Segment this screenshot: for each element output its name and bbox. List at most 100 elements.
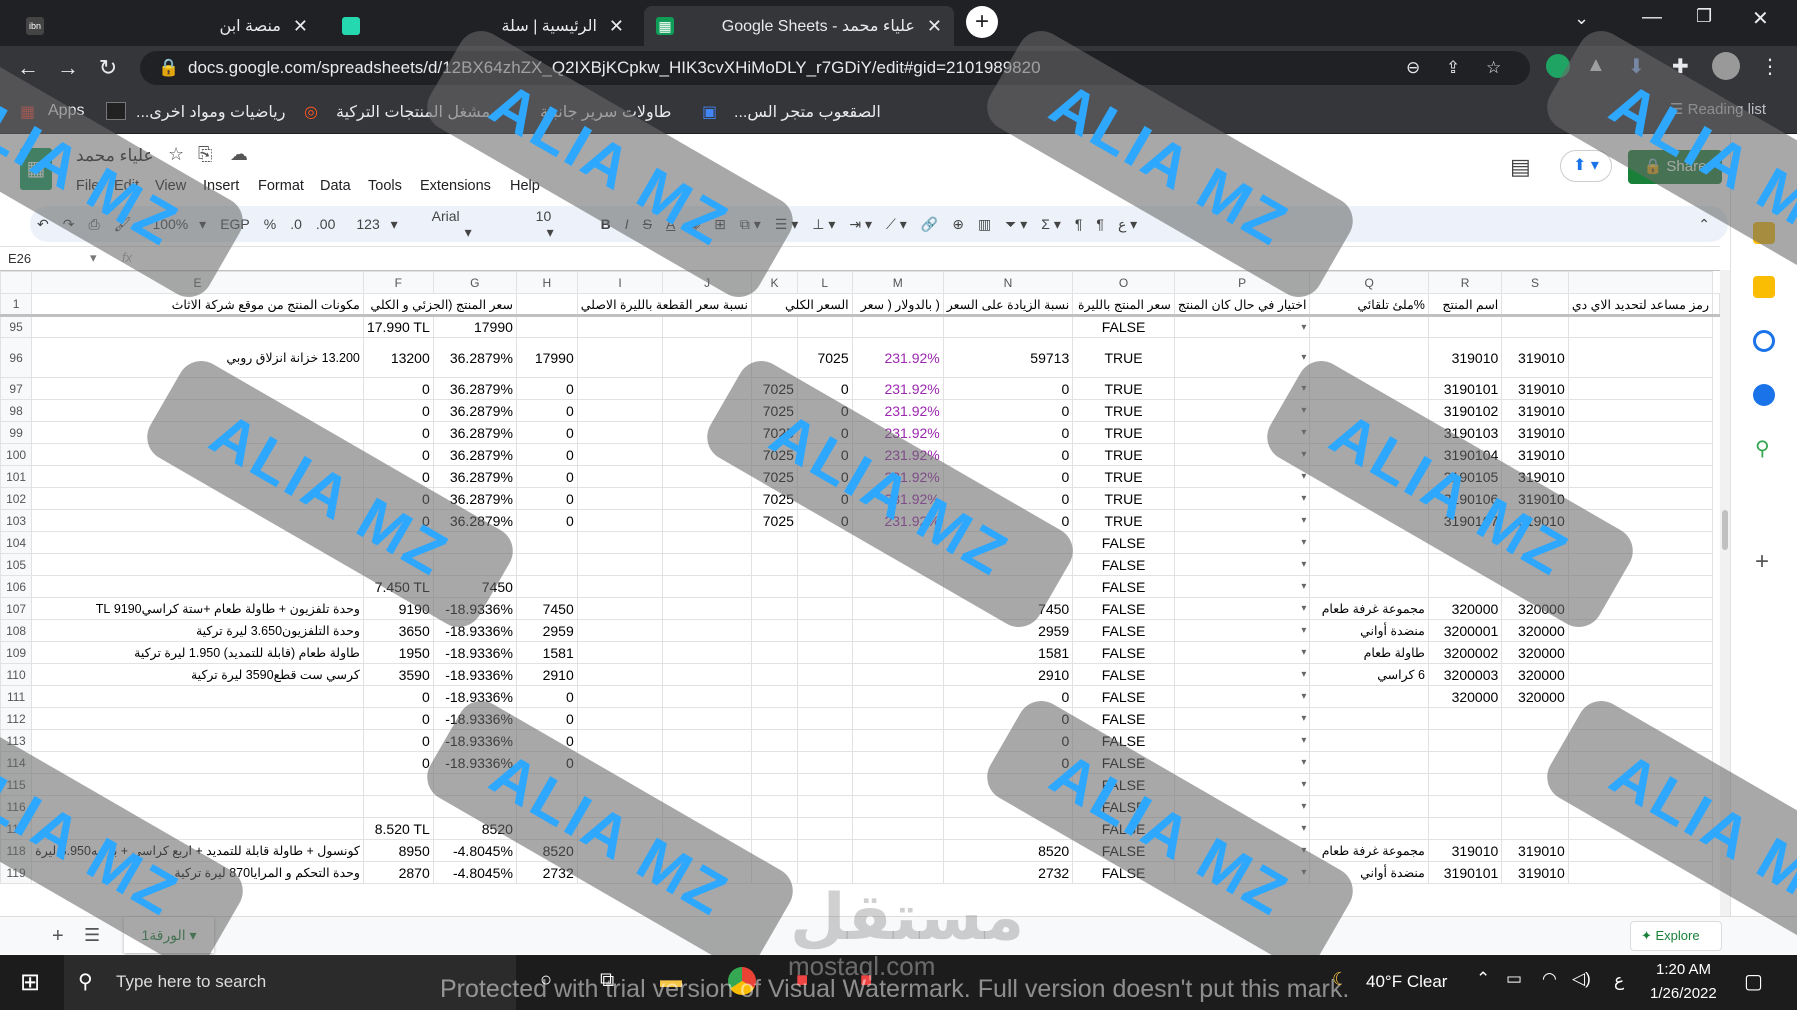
dropdown-arrow-icon[interactable]: ▾ <box>1301 515 1306 526</box>
cell-k[interactable] <box>750 795 798 818</box>
cell-r[interactable]: 3190103 <box>1427 421 1503 444</box>
cell-g[interactable]: -4.8045% <box>432 861 517 884</box>
cell-s[interactable]: 320000 <box>1501 597 1569 620</box>
move-icon[interactable]: ⎘ <box>198 144 212 165</box>
text-wrap-icon[interactable]: ⇥ ▾ <box>849 216 872 233</box>
row-number[interactable]: 110 <box>0 663 33 686</box>
cell-i[interactable] <box>576 509 664 532</box>
cell-g[interactable] <box>432 795 517 818</box>
cell-n[interactable]: 0 <box>942 729 1074 752</box>
cell-i[interactable] <box>576 575 664 598</box>
cell-l[interactable]: 0 <box>796 487 853 510</box>
bookmark-store[interactable]: الصقعوب متجر الس... <box>734 102 881 122</box>
cell-n[interactable] <box>942 575 1074 598</box>
cell-l[interactable]: 0 <box>796 509 853 532</box>
cell-q[interactable] <box>1309 531 1429 554</box>
cell-o[interactable]: FALSE <box>1072 641 1175 664</box>
cell-n[interactable] <box>942 773 1074 796</box>
cell-l[interactable] <box>796 707 853 730</box>
cell-q[interactable] <box>1309 575 1429 598</box>
row-number[interactable]: 100 <box>0 443 33 466</box>
cell-f[interactable]: 0 <box>362 487 434 510</box>
row-number[interactable]: 101 <box>0 465 33 488</box>
cell-e[interactable]: وحدة التحكم و المرايا870 ليرة تركية <box>31 861 364 884</box>
cell-m[interactable] <box>851 839 944 862</box>
column-header[interactable]: R <box>1427 271 1503 294</box>
cell-l[interactable] <box>796 553 853 576</box>
header-cell[interactable]: السعر الكلي <box>750 293 853 316</box>
cell-i[interactable] <box>576 377 664 400</box>
cell-n[interactable]: 0 <box>942 707 1074 730</box>
cell-i[interactable] <box>576 315 664 338</box>
cell-f[interactable]: 0 <box>362 509 434 532</box>
chrome-menu-icon[interactable]: ⋮ <box>1760 54 1780 79</box>
percent-button[interactable]: % <box>264 216 276 232</box>
cell-j[interactable] <box>662 487 752 510</box>
cell-p[interactable]: ▾ <box>1173 707 1311 730</box>
cell-j[interactable] <box>662 553 752 576</box>
cell-j[interactable] <box>662 839 752 862</box>
cell-j[interactable] <box>662 773 752 796</box>
cell-n[interactable] <box>942 817 1074 840</box>
keep-icon[interactable] <box>1753 276 1775 298</box>
cell-p[interactable]: ▾ <box>1173 465 1311 488</box>
cell-o[interactable]: FALSE <box>1072 729 1175 752</box>
menu-view[interactable]: View <box>155 178 186 194</box>
cell-h[interactable]: 0 <box>515 377 578 400</box>
cell-g[interactable]: 17990 <box>432 315 517 338</box>
cell-k[interactable] <box>750 729 798 752</box>
cell-q[interactable]: 6 كراسي <box>1309 663 1429 686</box>
cell-l[interactable] <box>796 685 853 708</box>
vertical-scrollbar[interactable] <box>1720 270 1730 950</box>
cell-s[interactable]: 320000 <box>1501 663 1569 686</box>
cell-g[interactable]: 36.2879% <box>432 421 517 444</box>
menu-edit[interactable]: Edit <box>114 178 139 194</box>
cell-h[interactable]: 0 <box>515 685 578 708</box>
share-button[interactable]: 🔒 Share <box>1628 150 1722 184</box>
menu-extensions[interactable]: Extensions <box>420 178 491 194</box>
strikethrough-icon[interactable]: S <box>643 216 652 232</box>
cell-g[interactable]: -18.9336% <box>432 729 517 752</box>
cell-i[interactable] <box>576 337 664 378</box>
column-header[interactable]: L <box>796 271 853 294</box>
header-cell[interactable]: اختيار في حال كان المنتج <box>1173 293 1311 316</box>
cell-s[interactable]: 319010 <box>1501 465 1569 488</box>
insert-comment-icon[interactable]: ⊕ <box>952 216 964 233</box>
cell-i[interactable] <box>576 531 664 554</box>
dropdown-arrow-icon[interactable]: ▾ <box>1301 427 1306 438</box>
cell-i[interactable] <box>576 597 664 620</box>
cell-g[interactable]: -18.9336% <box>432 663 517 686</box>
cell-f[interactable] <box>362 773 434 796</box>
dropdown-arrow-icon[interactable]: ▾ <box>1301 779 1306 790</box>
cell-k[interactable] <box>750 641 798 664</box>
row-number[interactable]: 1 <box>0 293 33 316</box>
cell-p[interactable]: ▾ <box>1173 751 1311 774</box>
cell-k[interactable] <box>750 663 798 686</box>
cell-h[interactable] <box>515 817 578 840</box>
cell-o[interactable]: FALSE <box>1072 553 1175 576</box>
menu-file[interactable]: File <box>76 178 99 194</box>
contacts-icon[interactable] <box>1753 384 1775 406</box>
cell-p[interactable]: ▾ <box>1173 337 1311 378</box>
cell-o[interactable]: FALSE <box>1072 751 1175 774</box>
cell-s[interactable]: 319010 <box>1501 337 1569 378</box>
cell-o[interactable]: FALSE <box>1072 839 1175 862</box>
cell-l[interactable] <box>796 641 853 664</box>
cell-k[interactable]: 7025 <box>750 399 798 422</box>
column-header[interactable]: Q <box>1309 271 1429 294</box>
cell-p[interactable]: ▾ <box>1173 377 1311 400</box>
text-color-icon[interactable]: A <box>666 216 675 232</box>
header-cell[interactable]: سعر المنتج بالليرة <box>1072 293 1175 316</box>
cell-o[interactable]: TRUE <box>1072 443 1175 466</box>
cell-r[interactable]: 3200002 <box>1427 641 1503 664</box>
cell-k[interactable] <box>750 575 798 598</box>
apps-grid-icon[interactable]: ▦ <box>20 102 35 122</box>
dropdown-arrow-icon[interactable]: ▾ <box>1301 845 1306 856</box>
cell-e[interactable] <box>31 465 364 488</box>
column-header[interactable]: H <box>515 271 578 294</box>
cell-e[interactable] <box>31 377 364 400</box>
cell-j[interactable] <box>662 443 752 466</box>
header-cell[interactable]: نسبة الزيادة على السعر <box>942 293 1074 316</box>
comments-icon[interactable]: ▤ <box>1510 154 1531 180</box>
horizontal-align-icon[interactable]: ☰ ▾ <box>775 216 798 233</box>
